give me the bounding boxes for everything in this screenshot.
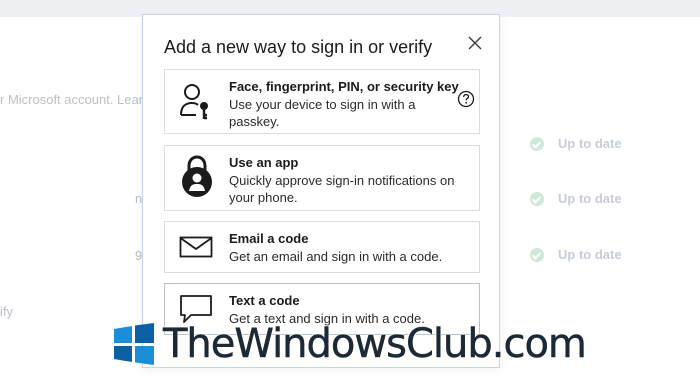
check-circle-icon [530, 247, 544, 262]
option-title: Email a code [229, 231, 309, 246]
option-use-app[interactable]: Use an app Quickly approve sign-in notif… [164, 145, 480, 211]
status-row: Up to date [530, 191, 622, 206]
windows-logo-icon [114, 323, 154, 365]
authenticator-lock-icon [182, 155, 212, 197]
option-passkey[interactable]: Face, fingerprint, PIN, or security key … [164, 69, 480, 134]
option-description: Quickly approve sign-in notifications on… [229, 173, 455, 205]
passkey-icon [180, 84, 208, 120]
option-description: Get an email and sign in with a code. [229, 249, 443, 264]
option-description: Use your device to sign in with a passke… [229, 97, 416, 129]
close-icon[interactable] [465, 33, 485, 53]
status-row: Up to date [530, 136, 622, 151]
envelope-icon [179, 236, 213, 258]
option-title: Text a code [229, 293, 300, 308]
background-account-text: r Microsoft account. Lear [0, 92, 144, 107]
option-email-code[interactable]: Email a code Get an email and sign in wi… [164, 221, 480, 273]
help-icon[interactable] [457, 90, 475, 108]
watermark-text: TheWindowsClub.com [163, 321, 587, 368]
status-label: Up to date [558, 136, 622, 151]
sign-in-method-dialog: Add a new way to sign in or verify Face,… [142, 14, 500, 368]
status-label: Up to date [558, 191, 622, 206]
watermark: TheWindowsClub.com [113, 318, 587, 370]
check-circle-icon [530, 191, 544, 206]
status-label: Up to date [558, 247, 622, 262]
dialog-title: Add a new way to sign in or verify [164, 37, 433, 57]
background-fragment: ify [0, 304, 13, 319]
check-circle-icon [530, 136, 544, 151]
status-row: Up to date [530, 247, 622, 262]
option-title: Face, fingerprint, PIN, or security key [229, 79, 459, 94]
option-title: Use an app [229, 155, 299, 170]
